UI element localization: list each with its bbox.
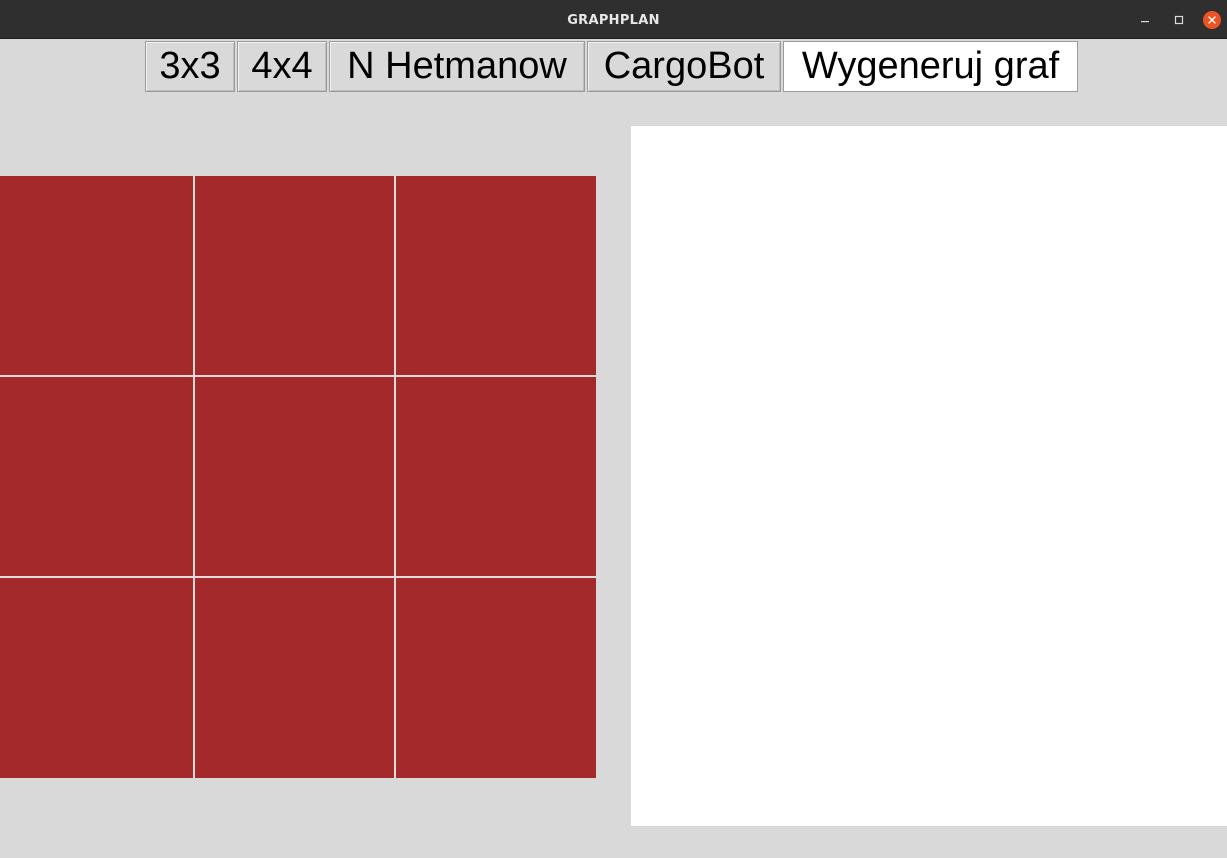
close-icon[interactable] [1203,11,1221,29]
board-cell[interactable] [396,176,596,375]
n-queens-button[interactable]: N Hetmanow [329,41,585,92]
board-cell[interactable] [396,578,596,778]
board-cell[interactable] [0,176,193,375]
puzzle-4x4-button[interactable]: 4x4 [237,41,327,92]
maximize-icon[interactable] [1170,11,1188,29]
board-cell[interactable] [195,377,394,576]
board-cell[interactable] [0,578,193,778]
board-cell[interactable] [195,176,394,375]
window-title: GRAPHPLAN [567,13,660,28]
board-cell[interactable] [396,377,596,576]
graph-canvas[interactable] [631,126,1227,826]
board-cell[interactable] [0,377,193,576]
window-titlebar: GRAPHPLAN [0,0,1227,39]
puzzle-3x3-button[interactable]: 3x3 [145,41,235,92]
cargobot-button[interactable]: CargoBot [587,41,781,92]
minimize-icon[interactable] [1136,11,1154,29]
puzzle-board [0,176,596,778]
generate-graph-button[interactable]: Wygeneruj graf [783,41,1078,92]
board-cell[interactable] [195,578,394,778]
